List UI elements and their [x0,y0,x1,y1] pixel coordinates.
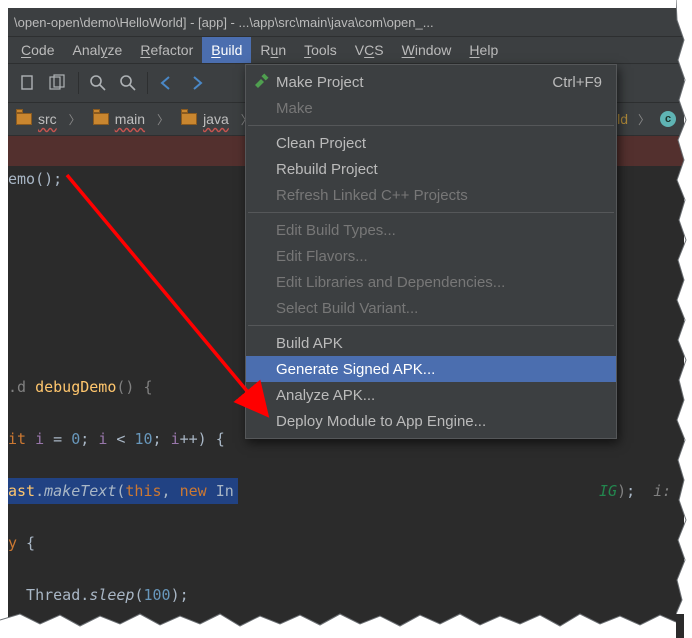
title-bar: \open-open\demo\HelloWorld] - [app] - ..… [8,8,684,37]
menu-build[interactable]: Build [202,37,251,63]
menu-make: Make [246,95,616,121]
zoom-out-icon[interactable] [115,70,141,96]
menu-edit-libraries: Edit Libraries and Dependencies... [246,269,616,295]
toolbar-separator [78,72,79,94]
menu-item-label: Rebuild Project [276,161,378,178]
hammer-icon [252,73,270,91]
crumb-main[interactable]: main [93,111,145,127]
crumb-java[interactable]: java [181,111,229,127]
crumb-label: main [115,111,145,127]
menu-refactor[interactable]: Refactor [131,37,202,63]
menu-generate-signed-apk[interactable]: Generate Signed APK... [246,356,616,382]
menu-vcs[interactable]: VCS [346,37,393,63]
menu-item-label: Build APK [276,335,343,352]
chevron-right-icon: 〉 [69,111,81,128]
menu-help[interactable]: Help [460,37,507,63]
menu-clean-project[interactable]: Clean Project [246,130,616,156]
menu-item-label: Edit Libraries and Dependencies... [276,274,505,291]
back-icon[interactable] [154,70,180,96]
menu-item-shortcut: Ctrl+F9 [552,74,602,91]
forward-icon[interactable] [184,70,210,96]
menu-separator [248,125,614,126]
menu-item-label: Select Build Variant... [276,300,418,317]
menu-item-label: Make [276,100,313,117]
class-badge-icon: c [660,111,676,127]
menu-deploy-app-engine[interactable]: Deploy Module to App Engine... [246,408,616,434]
toolbar-separator [147,72,148,94]
crumb-label: src [38,111,57,127]
menu-window[interactable]: Window [393,37,461,63]
menu-analyze-apk[interactable]: Analyze APK... [246,382,616,408]
menu-build-apk[interactable]: Build APK [246,330,616,356]
menu-separator [248,325,614,326]
chevron-right-icon: 〉 [157,111,169,128]
menu-item-label: Make Project [276,74,364,91]
menu-item-label: Deploy Module to App Engine... [276,413,486,430]
menu-run[interactable]: Run [251,37,295,63]
menu-edit-flavors: Edit Flavors... [246,243,616,269]
menu-edit-build-types: Edit Build Types... [246,217,616,243]
menu-item-label: Edit Flavors... [276,248,368,265]
crumb-src[interactable]: src [16,111,57,127]
menu-make-project[interactable]: Make Project Ctrl+F9 [246,69,616,95]
folder-icon [93,113,109,125]
menu-refresh-cpp: Refresh Linked C++ Projects [246,182,616,208]
folder-icon [16,113,32,125]
crumb-label: java [203,111,229,127]
chevron-right-icon: 〉 [638,111,650,128]
menu-code[interactable]: Code [12,37,63,63]
menu-item-label: Edit Build Types... [276,222,396,239]
menu-item-label: Refresh Linked C++ Projects [276,187,468,204]
menu-select-variant: Select Build Variant... [246,295,616,321]
menu-item-label: Generate Signed APK... [276,361,435,378]
menu-item-label: Analyze APK... [276,387,375,404]
open-file-icon[interactable] [16,70,42,96]
zoom-in-icon[interactable] [85,70,111,96]
menu-analyze[interactable]: Analyze [63,37,131,63]
save-all-icon[interactable] [46,70,72,96]
menu-bar[interactable]: Code Analyze Refactor Build Run Tools VC… [8,37,684,64]
folder-icon [181,113,197,125]
menu-tools[interactable]: Tools [295,37,346,63]
menu-separator [248,212,614,213]
build-menu-dropdown[interactable]: Make Project Ctrl+F9 Make Clean Project … [245,64,617,439]
menu-item-label: Clean Project [276,135,366,152]
window-title: \open-open\demo\HelloWorld] - [app] - ..… [14,15,434,30]
menu-rebuild-project[interactable]: Rebuild Project [246,156,616,182]
